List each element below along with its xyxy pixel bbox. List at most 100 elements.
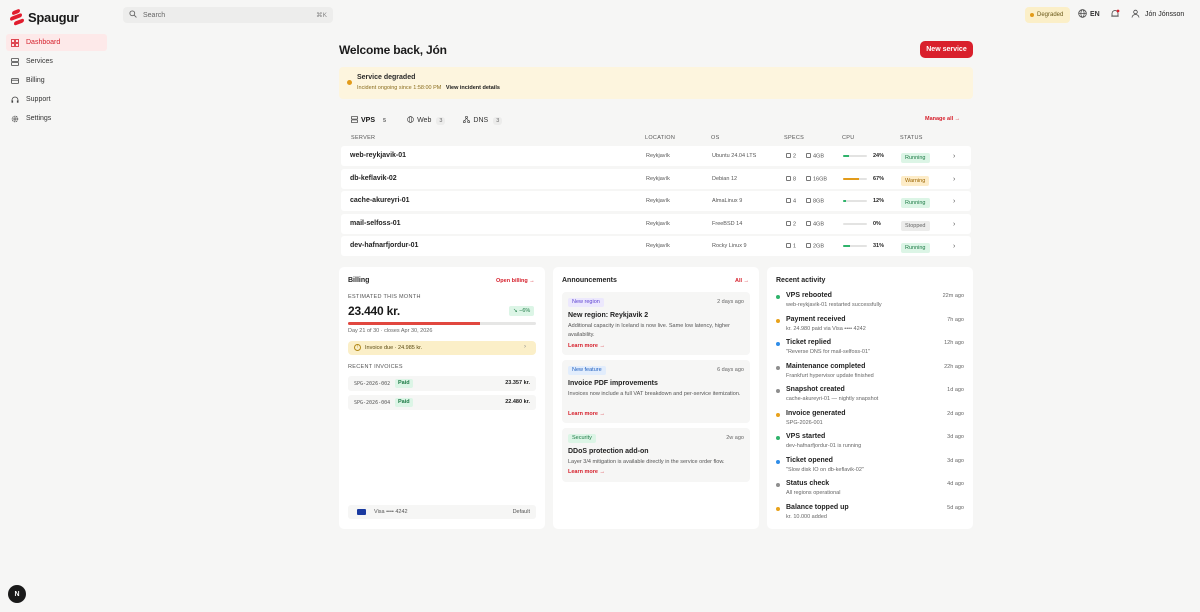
sidebar-item-support[interactable]: Support bbox=[6, 91, 107, 108]
chevron-right-icon[interactable]: › bbox=[953, 153, 955, 160]
activity-dot-icon bbox=[776, 365, 780, 370]
learn-more-link[interactable]: Learn more → bbox=[568, 343, 605, 349]
learn-more-link[interactable]: Learn more → bbox=[568, 411, 605, 417]
cores-value: 8 bbox=[793, 176, 797, 182]
tab-dns[interactable]: DNS 3 bbox=[459, 114, 506, 127]
user-menu[interactable]: Jón Jónsson bbox=[1131, 9, 1184, 20]
server-location: Reykjavík bbox=[646, 198, 670, 204]
table-row[interactable]: db-keflavik-02 Reykjavík Debian 12 8 16GB 67%… bbox=[341, 168, 971, 189]
chevron-right-icon[interactable]: › bbox=[953, 243, 955, 250]
banner-title: Service degraded bbox=[357, 74, 416, 81]
invoice-due-alert[interactable]: ! Invoice due · 24.985 kr. › bbox=[348, 341, 536, 355]
memory-icon bbox=[806, 198, 811, 203]
server-ram: 2GB bbox=[806, 243, 824, 250]
server-name[interactable]: db-keflavik-02 bbox=[350, 175, 397, 182]
activity-item[interactable]: Invoice generated SPG-2026-001 2d ago bbox=[776, 410, 964, 430]
column-header[interactable]: LOCATION bbox=[645, 135, 675, 141]
activity-item[interactable]: Payment received kr. 24.980 paid via Visa… bbox=[776, 316, 964, 336]
sidebar-item-services[interactable]: Services bbox=[6, 53, 107, 70]
user-icon bbox=[1131, 9, 1140, 20]
tab-label: Web bbox=[417, 117, 432, 124]
announcement-title: New region: Reykjavik 2 bbox=[568, 312, 649, 319]
invoice-amount: 23.357 kr. bbox=[505, 380, 530, 386]
tab-count: 5 bbox=[383, 117, 387, 124]
announcement-item[interactable]: New region 2 days ago New region: Reykja… bbox=[562, 292, 750, 355]
payment-method[interactable]: Visa •••• 4242 Default bbox=[348, 505, 536, 519]
sidebar-item-billing[interactable]: Billing bbox=[6, 72, 107, 89]
table-row[interactable]: web-reykjavik-01 Reykjavík Ubuntu 24.04 LT… bbox=[341, 146, 971, 166]
billing-period: Day 21 of 30 · closes Apr 30, 2026 bbox=[348, 328, 433, 334]
announcement-item[interactable]: Security 2w ago DDoS protection add-on L… bbox=[562, 428, 750, 482]
invoice-row[interactable]: SPG-2026-002 Paid 23.357 kr. bbox=[348, 376, 536, 391]
activity-time: 12h ago bbox=[944, 340, 964, 346]
sidebar: Spaugur Dashboard Services Billing Suppo… bbox=[0, 0, 114, 612]
sidebar-item-dashboard[interactable]: Dashboard bbox=[6, 34, 107, 51]
announcement-date: 6 days ago bbox=[717, 367, 744, 373]
activity-dot-icon bbox=[776, 318, 780, 323]
search-input[interactable]: Search ⌘K bbox=[123, 7, 333, 23]
new-service-button[interactable]: New service bbox=[920, 41, 973, 58]
view-incident-link[interactable]: View incident details bbox=[446, 85, 500, 91]
chevron-right-icon[interactable]: › bbox=[953, 221, 955, 228]
activity-item[interactable]: Snapshot created cache-akureyri-01 — nigh… bbox=[776, 386, 964, 406]
status-badge: Warning bbox=[901, 175, 930, 186]
column-header[interactable]: SPECS bbox=[784, 135, 804, 141]
activity-item[interactable]: Balance topped up kr. 10.000 added 5d ago bbox=[776, 504, 964, 524]
memory-icon bbox=[806, 153, 811, 158]
help-button[interactable]: N bbox=[8, 585, 26, 603]
change-badge: ↘ −6% bbox=[509, 306, 535, 316]
cpu-icon bbox=[786, 243, 791, 248]
column-header[interactable]: STATUS bbox=[900, 135, 923, 141]
activity-item[interactable]: Status check All regions operational 4d ag… bbox=[776, 480, 964, 500]
server-name[interactable]: cache-akureyri-01 bbox=[350, 197, 410, 204]
server-name[interactable]: dev-hafnarfjordur-01 bbox=[350, 242, 418, 249]
activity-title: Maintenance completed bbox=[786, 362, 866, 370]
chevron-right-icon[interactable]: › bbox=[953, 198, 955, 205]
activity-item[interactable]: Ticket opened "Slow disk IO on db-keflavi… bbox=[776, 457, 964, 477]
activity-item[interactable]: Ticket replied "Reverse DNS for mail-self… bbox=[776, 339, 964, 359]
column-header[interactable]: CPU bbox=[842, 135, 855, 141]
activity-time: 3d ago bbox=[947, 434, 964, 440]
cpu-bar bbox=[843, 245, 867, 247]
server-os: Rocky Linux 9 bbox=[712, 243, 747, 249]
search-placeholder: Search bbox=[143, 11, 166, 19]
status-badge: Running bbox=[901, 243, 930, 253]
table-row[interactable]: cache-akureyri-01 Reykjavík AlmaLinux 9 4 8G… bbox=[341, 191, 971, 211]
announcements-title: Announcements bbox=[562, 277, 617, 284]
chevron-right-icon[interactable]: › bbox=[953, 176, 955, 183]
server-os: AlmaLinux 9 bbox=[712, 198, 743, 204]
activity-subtitle: web-reykjavik-01 restarted successfully bbox=[786, 302, 882, 308]
learn-more-link[interactable]: Learn more → bbox=[568, 469, 605, 475]
all-announcements-link[interactable]: All → bbox=[735, 278, 749, 284]
open-billing-link[interactable]: Open billing → bbox=[496, 278, 535, 284]
notifications-button[interactable] bbox=[1110, 9, 1120, 19]
tab-vps[interactable]: VPS 5 bbox=[347, 114, 393, 127]
status-badge[interactable]: Degraded bbox=[1025, 7, 1070, 23]
activity-item[interactable]: Maintenance completed Frankfurt hyperviso… bbox=[776, 363, 964, 383]
invoice-row[interactable]: SPG-2026-004 Paid 22.480 kr. bbox=[348, 395, 536, 410]
activity-subtitle: kr. 24.980 paid via Visa •••• 4242 bbox=[786, 325, 866, 332]
sidebar-item-label: Billing bbox=[26, 77, 45, 84]
activity-item[interactable]: VPS started dev-hafnarfjordur-01 is runni… bbox=[776, 433, 964, 453]
activity-time: 22h ago bbox=[944, 363, 964, 370]
status-badge: Running bbox=[901, 153, 930, 163]
activity-item[interactable]: VPS rebooted web-reykjavik-01 restarted s… bbox=[776, 292, 964, 312]
server-name[interactable]: web-reykjavik-01 bbox=[350, 152, 406, 159]
ram-value: 8GB bbox=[813, 198, 825, 205]
table-row[interactable]: mail-selfoss-01 Reykjavík FreeBSD 14 2 4GB 0%… bbox=[341, 213, 971, 234]
sidebar-item-settings[interactable]: Settings bbox=[6, 110, 107, 127]
announcements-card: Announcements All → New region 2 days ag… bbox=[553, 267, 759, 529]
cpu-icon bbox=[786, 220, 791, 226]
server-name[interactable]: mail-selfoss-01 bbox=[350, 220, 401, 227]
logo[interactable]: Spaugur bbox=[10, 8, 79, 26]
announcement-item[interactable]: New feature 6 days ago Invoice PDF impro… bbox=[562, 360, 750, 423]
language-selector[interactable]: EN bbox=[1078, 9, 1100, 20]
manage-all-link[interactable]: Manage all → bbox=[925, 116, 960, 122]
memory-icon bbox=[806, 220, 811, 226]
cores-value: 1 bbox=[793, 243, 797, 250]
tab-web[interactable]: Web 3 bbox=[403, 114, 449, 127]
server-cores: 2 bbox=[786, 153, 796, 160]
column-header[interactable]: SERVER bbox=[351, 135, 375, 141]
table-row[interactable]: dev-hafnarfjordur-01 Reykjavík Rocky Linux… bbox=[341, 236, 971, 256]
column-header[interactable]: OS bbox=[711, 135, 720, 141]
